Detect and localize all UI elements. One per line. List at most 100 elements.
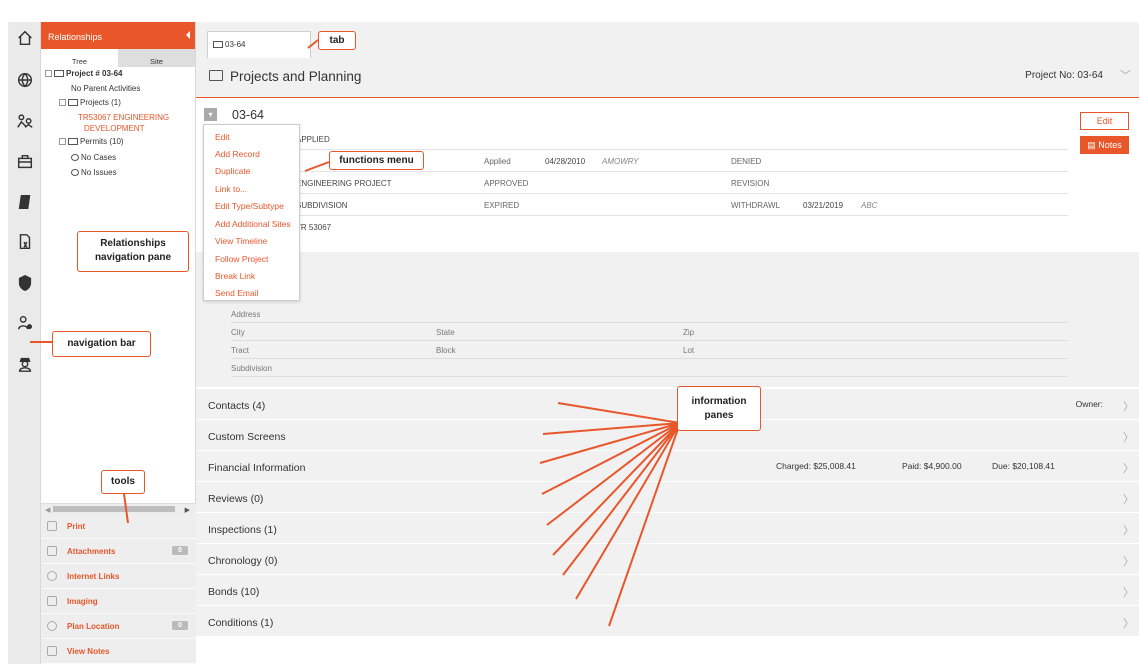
collapse-icon[interactable] bbox=[45, 70, 52, 77]
pane-custom-screens[interactable]: Custom Screens 〉 bbox=[196, 420, 1139, 451]
chevron-right-icon[interactable]: 〉 bbox=[1123, 584, 1134, 600]
relationships-tabs: Tree Site bbox=[41, 49, 195, 67]
functions-menu-toggle[interactable]: ▾ bbox=[204, 108, 217, 121]
home-icon[interactable] bbox=[8, 26, 41, 50]
record-row: ENGINEERING PROJECT APPROVED REVISION bbox=[231, 172, 1068, 194]
briefcase-icon[interactable] bbox=[8, 150, 41, 174]
tool-imaging[interactable]: Imaging bbox=[41, 589, 196, 614]
tree-cases: No Cases bbox=[71, 153, 116, 162]
tool-view-notes[interactable]: View Notes bbox=[41, 639, 196, 664]
relationships-header: Relationships bbox=[41, 22, 195, 49]
tab-label: 03-64 bbox=[225, 40, 246, 49]
applied-label: Applied bbox=[484, 157, 511, 166]
edit-button[interactable]: Edit bbox=[1080, 112, 1129, 130]
folder-icon bbox=[54, 70, 64, 77]
scroll-right-icon[interactable]: ▶ bbox=[185, 507, 190, 514]
pane-inspections[interactable]: Inspections (1) 〉 bbox=[196, 513, 1139, 544]
callout-information-panes: information panes bbox=[677, 386, 761, 431]
chevron-right-icon[interactable]: 〉 bbox=[1123, 460, 1134, 476]
pane-financial[interactable]: Financial Information Charged: $25,008.4… bbox=[196, 451, 1139, 482]
expand-icon[interactable] bbox=[59, 138, 66, 145]
pane-conditions[interactable]: Conditions (1) 〉 bbox=[196, 606, 1139, 637]
menu-item-break-link[interactable]: Break Link bbox=[215, 271, 255, 281]
menu-item-add-sites[interactable]: Add Additional Sites bbox=[215, 219, 291, 229]
tab-site[interactable]: Site bbox=[118, 49, 195, 67]
permit-icon[interactable] bbox=[8, 190, 41, 214]
user-icon bbox=[71, 169, 79, 176]
chevron-right-icon[interactable]: 〉 bbox=[1123, 491, 1134, 507]
menu-item-send-email[interactable]: Send Email bbox=[215, 288, 258, 298]
pane-chronology[interactable]: Chronology (0) 〉 bbox=[196, 544, 1139, 575]
denied-label: DENIED bbox=[731, 157, 762, 166]
collapse-caret-icon[interactable] bbox=[186, 31, 190, 39]
record-row: SUBDIVISION EXPIRED WITHDRAWL 03/21/2019… bbox=[231, 194, 1068, 216]
menu-item-link-to[interactable]: Link to... bbox=[215, 184, 247, 194]
pane-contacts[interactable]: Contacts (4) Owner: 〉 bbox=[196, 389, 1139, 420]
horizontal-scrollbar[interactable]: ◀ ▶ bbox=[41, 503, 196, 514]
callout-functions-menu: functions menu bbox=[329, 151, 424, 170]
tree-issues: No Issues bbox=[71, 168, 117, 177]
chevron-right-icon[interactable]: 〉 bbox=[1123, 553, 1134, 569]
pane-label: Bonds (10) bbox=[208, 586, 260, 598]
tool-print[interactable]: Print bbox=[41, 514, 196, 539]
tree-child-link[interactable]: TR53067 ENGINEERING bbox=[78, 113, 169, 122]
menu-item-add-record[interactable]: Add Record bbox=[215, 149, 260, 159]
address-row: Tract Block Lot bbox=[231, 341, 1068, 359]
chevron-right-icon[interactable]: 〉 bbox=[1123, 398, 1134, 414]
pane-reviews[interactable]: Reviews (0) 〉 bbox=[196, 482, 1139, 513]
tab-record[interactable]: 03-64 bbox=[207, 31, 311, 58]
tree-project[interactable]: Project # 03-64 bbox=[45, 69, 122, 78]
expired-label: EXPIRED bbox=[484, 201, 520, 210]
callout-navigation-bar: navigation bar bbox=[52, 331, 151, 357]
information-panes: Contacts (4) Owner: 〉 Custom Screens 〉 F… bbox=[196, 389, 1139, 637]
shield-icon[interactable] bbox=[8, 271, 41, 295]
record-description: TR 53067 bbox=[296, 223, 332, 232]
menu-item-follow-project[interactable]: Follow Project bbox=[215, 254, 268, 264]
pane-label: Reviews (0) bbox=[208, 493, 264, 505]
due-amount: Due: $20,108.41 bbox=[992, 461, 1055, 471]
tab-tree[interactable]: Tree bbox=[41, 49, 118, 67]
approved-label: APPROVED bbox=[484, 179, 529, 188]
paid-amount: Paid: $4,900.00 bbox=[902, 461, 962, 471]
menu-item-edit[interactable]: Edit bbox=[215, 132, 230, 142]
tree-project-label: Project # 03-64 bbox=[66, 69, 123, 78]
tool-plan-location[interactable]: Plan Location 0 bbox=[41, 614, 196, 639]
page-title: Projects and Planning bbox=[230, 69, 362, 84]
chevron-right-icon[interactable]: 〉 bbox=[1123, 522, 1134, 538]
chevron-right-icon[interactable]: 〉 bbox=[1123, 429, 1134, 445]
tool-attachments[interactable]: Attachments 0 bbox=[41, 539, 196, 564]
tree-child-link-cont[interactable]: DEVELOPMENT bbox=[84, 124, 144, 133]
chevron-down-icon[interactable]: ﹀ bbox=[1120, 67, 1131, 83]
tree-permits-label: Permits (10) bbox=[80, 137, 124, 146]
relationship-tree: Project # 03-64 No Parent Activities Pro… bbox=[41, 67, 195, 207]
tool-internet-links[interactable]: Internet Links bbox=[41, 564, 196, 589]
chevron-right-icon[interactable]: 〉 bbox=[1123, 615, 1134, 631]
tree-permits[interactable]: Permits (10) bbox=[59, 137, 124, 146]
people-map-icon[interactable] bbox=[8, 109, 41, 133]
scroll-thumb[interactable] bbox=[53, 506, 175, 512]
menu-item-duplicate[interactable]: Duplicate bbox=[215, 166, 250, 176]
menu-item-edit-type[interactable]: Edit Type/Subtype bbox=[215, 201, 284, 211]
tree-issues-label: No Issues bbox=[81, 168, 117, 177]
tree-projects[interactable]: Projects (1) bbox=[59, 98, 121, 107]
count-badge: 0 bbox=[172, 546, 188, 555]
collapse-icon[interactable] bbox=[59, 99, 66, 106]
user-key-icon[interactable] bbox=[8, 311, 41, 335]
notes-button[interactable]: ▤ Notes bbox=[1080, 136, 1129, 154]
document-icon[interactable] bbox=[8, 230, 41, 254]
record-row: APPLIED bbox=[231, 128, 1068, 150]
address-row: City State Zip bbox=[231, 323, 1068, 341]
globe-icon[interactable] bbox=[8, 68, 41, 92]
scroll-left-icon[interactable]: ◀ bbox=[45, 507, 50, 514]
count-badge: 0 bbox=[172, 621, 188, 630]
callout-relationships-pane: Relationships navigation pane bbox=[77, 231, 189, 272]
menu-item-view-timeline[interactable]: View Timeline bbox=[215, 236, 267, 246]
briefcase-icon bbox=[209, 70, 223, 81]
record-number: 03-64 bbox=[232, 108, 264, 122]
tool-label: Attachments bbox=[67, 546, 116, 556]
briefcase-icon bbox=[213, 41, 223, 48]
inspector-icon[interactable] bbox=[8, 352, 41, 376]
applied-date: 04/28/2010 bbox=[545, 157, 586, 166]
app-window: Relationships Tree Site Project # 03-64 … bbox=[0, 0, 1139, 664]
pane-bonds[interactable]: Bonds (10) 〉 bbox=[196, 575, 1139, 606]
